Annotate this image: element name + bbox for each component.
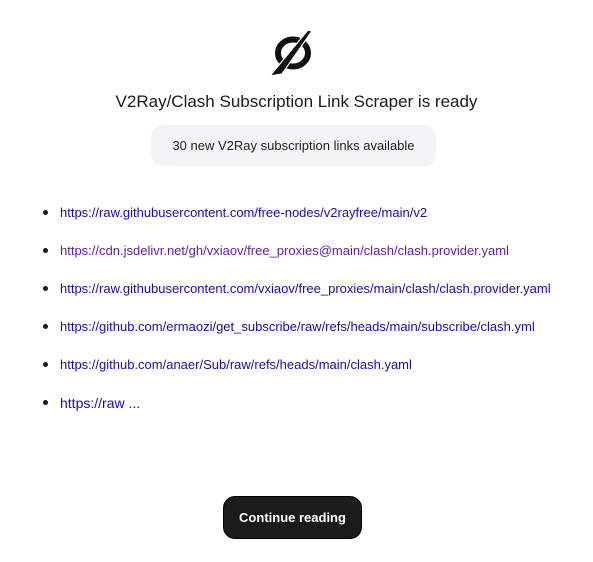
subscription-link[interactable]: https://github.com/anaer/Sub/raw/refs/he… xyxy=(60,357,412,372)
list-item: https://github.com/anaer/Sub/raw/refs/he… xyxy=(41,355,569,375)
subscription-link[interactable]: https://raw.githubusercontent.com/vxiaov… xyxy=(60,281,551,296)
subscription-link[interactable]: https://github.com/ermaozi/get_subscribe… xyxy=(60,319,535,334)
subscription-link[interactable]: https://cdn.jsdelivr.net/gh/vxiaov/free_… xyxy=(60,243,509,258)
continue-reading-button[interactable]: Continue reading xyxy=(223,496,362,539)
page-title: V2Ray/Clash Subscription Link Scraper is… xyxy=(115,92,478,111)
bullet-icon xyxy=(43,324,48,329)
link-list: https://raw.githubusercontent.com/free-n… xyxy=(41,203,569,431)
bullet-icon xyxy=(43,248,48,253)
list-item: https://raw ... xyxy=(41,393,569,413)
subscription-link[interactable]: https://raw.githubusercontent.com/free-n… xyxy=(60,205,427,220)
bullet-icon xyxy=(43,286,48,291)
status-badge: 30 new V2Ray subscription links availabl… xyxy=(151,125,436,166)
list-item: https://raw.githubusercontent.com/vxiaov… xyxy=(41,279,569,299)
list-item: https://github.com/ermaozi/get_subscribe… xyxy=(41,317,569,337)
list-item: https://cdn.jsdelivr.net/gh/vxiaov/free_… xyxy=(41,241,569,261)
subscription-link-truncated[interactable]: https://raw ... xyxy=(60,395,140,411)
slashed-circle-logo-icon xyxy=(268,27,320,79)
bullet-icon xyxy=(43,362,48,367)
bullet-icon xyxy=(43,210,48,215)
list-item: https://raw.githubusercontent.com/free-n… xyxy=(41,203,569,223)
bullet-icon xyxy=(43,400,48,405)
